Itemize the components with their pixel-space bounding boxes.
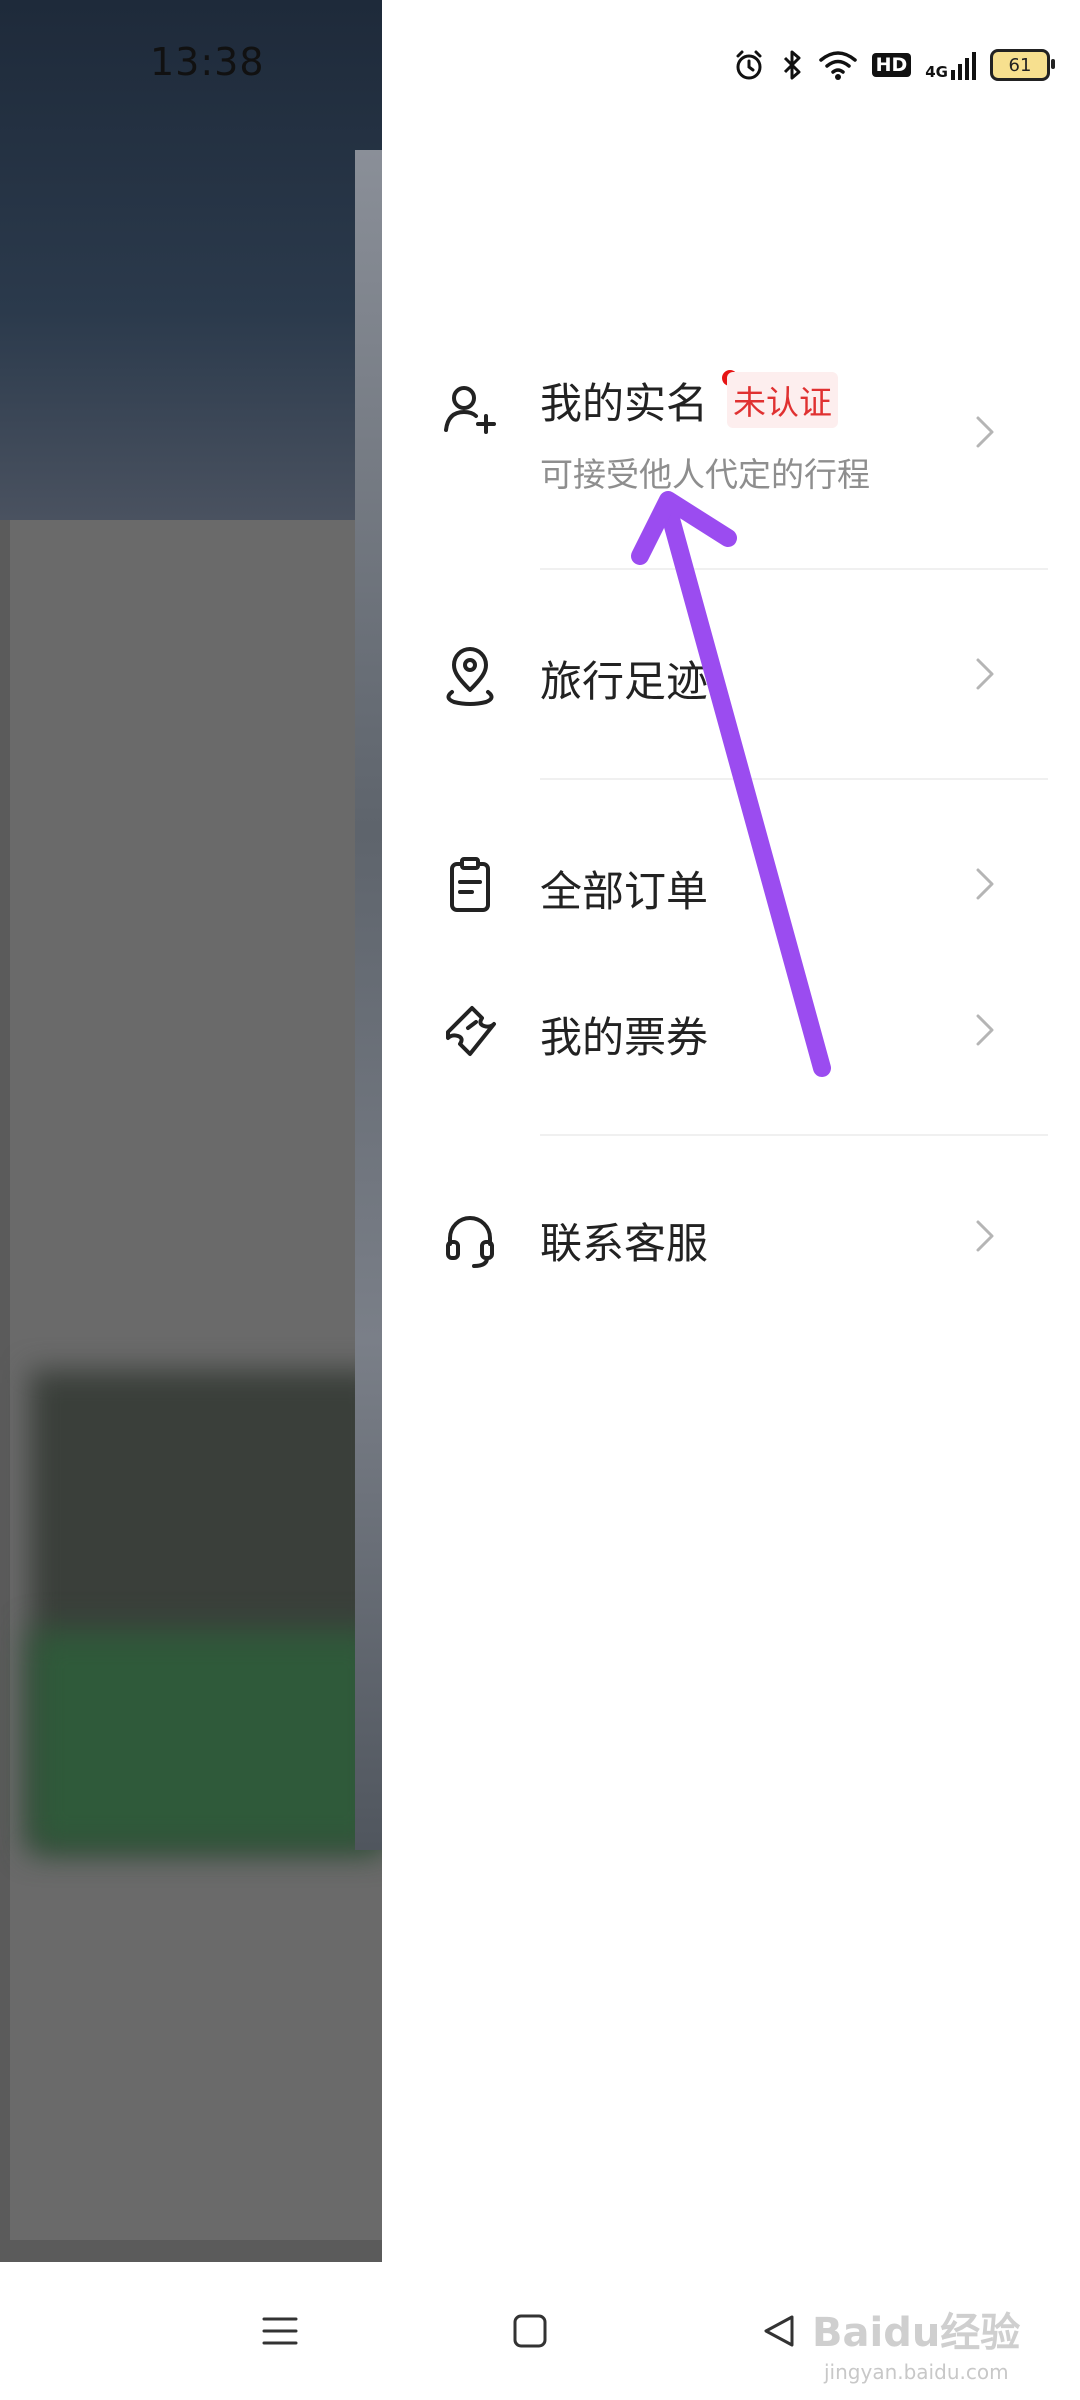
- watermark-site: jingyan.baidu.com: [824, 2360, 1009, 2384]
- home-button[interactable]: [480, 2262, 580, 2400]
- home-square-icon: [513, 2314, 547, 2348]
- recent-apps-button[interactable]: [230, 2262, 330, 2400]
- annotation-arrow: [631, 491, 831, 1077]
- baidu-watermark: Baidu经验 jingyan.baidu.com: [800, 2290, 1060, 2390]
- back-triangle-icon: [764, 2315, 794, 2347]
- menu-icon: [262, 2317, 298, 2345]
- watermark-brand: Baidu经验: [812, 2310, 1021, 2356]
